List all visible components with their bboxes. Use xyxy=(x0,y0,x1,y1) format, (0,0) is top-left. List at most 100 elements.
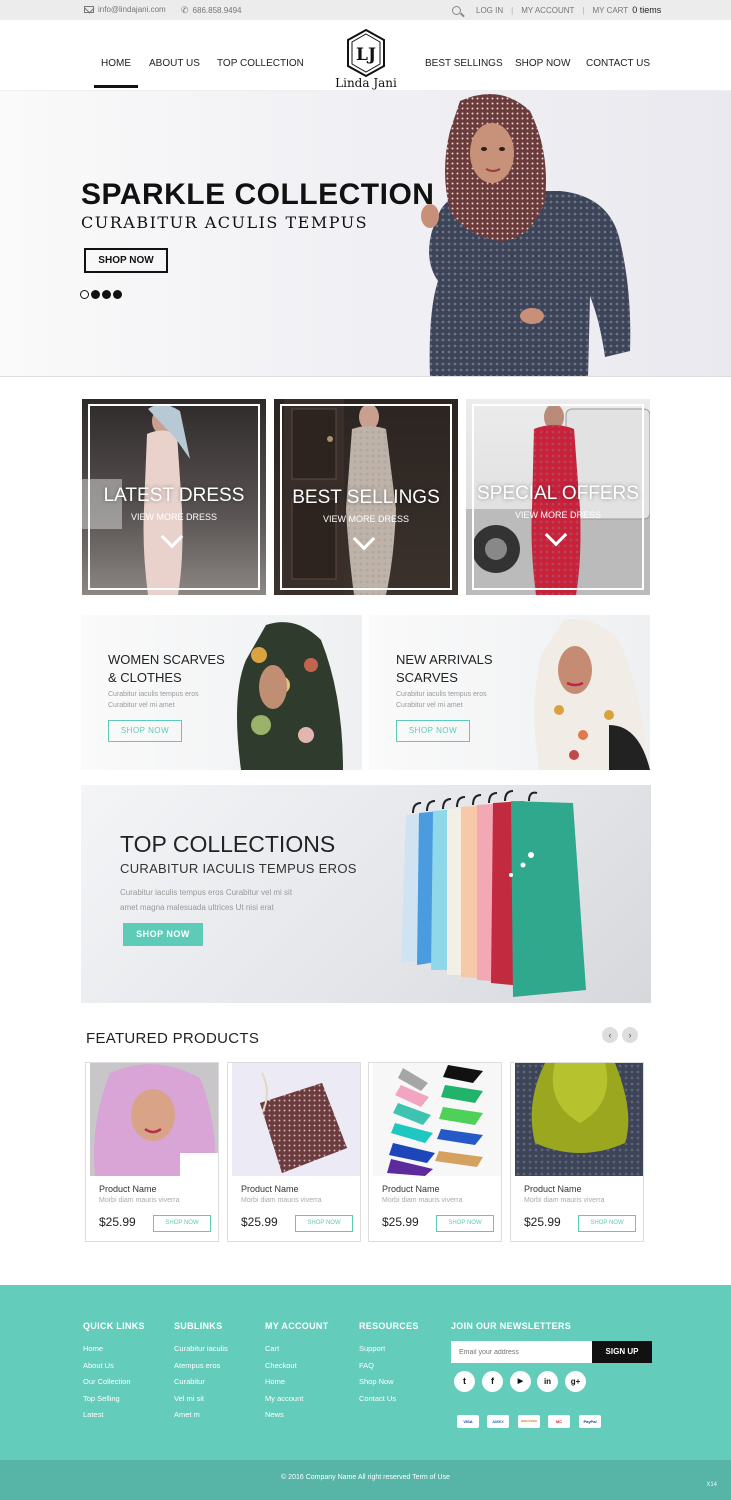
desc-line: amet magna malesuada ultrices Ut nisi er… xyxy=(120,903,274,912)
hero-shop-button[interactable]: SHOP NOW xyxy=(84,248,168,273)
footer-link[interactable]: Checkout xyxy=(265,1358,329,1375)
footer-link[interactable]: Top Selling xyxy=(83,1391,145,1408)
promo-title-line: & CLOTHES xyxy=(108,670,182,685)
search-icon[interactable] xyxy=(452,5,461,15)
footer-link[interactable]: My account xyxy=(265,1391,329,1408)
product-name[interactable]: Product Name xyxy=(382,1184,440,1194)
newsletter-heading: JOIN OUR NEWSLETTERS xyxy=(451,1321,572,1331)
promo-title-line: SCARVES xyxy=(396,670,458,685)
top-collections-shop-button[interactable]: SHOP NOW xyxy=(123,923,203,946)
footer-heading: MY ACCOUNT xyxy=(265,1321,329,1331)
footer-link[interactable]: Cart xyxy=(265,1341,329,1358)
phone-icon: ✆ xyxy=(181,5,189,15)
footer-link[interactable]: About Us xyxy=(83,1358,145,1375)
tile-title: SPECIAL OFFERS xyxy=(477,483,639,504)
cart-count[interactable]: 0 tiems xyxy=(632,5,661,15)
logo-monogram: LJ xyxy=(356,45,376,65)
nav-about[interactable]: ABOUT US xyxy=(149,58,200,69)
contact-phone: ✆ 686.858.9494 xyxy=(181,5,241,16)
footer-link[interactable]: Support xyxy=(359,1341,419,1358)
footer-link[interactable]: Home xyxy=(265,1374,329,1391)
logo-icon[interactable]: LJ xyxy=(345,28,387,78)
promo-desc-line: Curabitur iaculis tempus eros xyxy=(108,691,199,698)
youtube-icon[interactable]: ▶ xyxy=(510,1371,531,1392)
footer-link[interactable]: Atempus eros xyxy=(174,1358,228,1375)
product-name[interactable]: Product Name xyxy=(524,1184,582,1194)
main-header: HOME ABOUT US TOP COLLECTION BEST SELLIN… xyxy=(0,20,731,94)
footer-link[interactable]: Home xyxy=(83,1341,145,1358)
footer-link[interactable]: Shop Now xyxy=(359,1374,419,1391)
site-footer: QUICK LINKS Home About Us Our Collection… xyxy=(0,1285,731,1460)
tile-latest-dress[interactable]: LATEST DRESS VIEW MORE DRESS xyxy=(82,399,266,595)
account-link[interactable]: MY ACCOUNT xyxy=(521,6,574,15)
promo-new-arrivals: NEW ARRIVALS SCARVES Curabitur iaculis t… xyxy=(369,615,650,770)
product-card[interactable]: Product Name Morbi diam mauris viverra $… xyxy=(227,1062,361,1242)
product-shop-button[interactable]: SHOP NOW xyxy=(436,1215,494,1232)
newsletter-signup-button[interactable]: SIGN UP xyxy=(592,1341,652,1363)
tile-best-sellings[interactable]: BEST SELLINGS VIEW MORE DRESS xyxy=(274,399,458,595)
facebook-icon[interactable]: f xyxy=(482,1371,503,1392)
paypal-icon: PayPal xyxy=(579,1415,601,1428)
footer-link[interactable]: Contact Us xyxy=(359,1391,419,1408)
newsletter-email-input[interactable] xyxy=(451,1341,592,1363)
logo-name[interactable]: Linda Jani xyxy=(322,76,410,90)
nav-home[interactable]: HOME xyxy=(94,58,138,88)
promo-shop-button[interactable]: SHOP NOW xyxy=(396,720,470,742)
google-plus-icon[interactable]: g+ xyxy=(565,1371,586,1392)
footer-link[interactable]: Curabitur iaculis xyxy=(174,1341,228,1358)
carousel-prev-button[interactable]: ‹ xyxy=(602,1027,618,1043)
product-card[interactable]: Product Name Morbi diam mauris viverra $… xyxy=(510,1062,644,1242)
footer-link[interactable]: FAQ xyxy=(359,1358,419,1375)
footer-heading: SUBLINKS xyxy=(174,1321,223,1331)
top-collections-description: Curabitur iaculis tempus eros Curabitur … xyxy=(120,885,330,915)
divider: | xyxy=(582,5,585,15)
product-image xyxy=(515,1063,643,1176)
footer-heading: RESOURCES xyxy=(359,1321,419,1331)
top-collections-subtitle: CURABITUR IACULIS TEMPUS EROS xyxy=(120,861,357,876)
product-name[interactable]: Product Name xyxy=(99,1184,157,1194)
amex-icon: AMEX xyxy=(487,1415,509,1428)
tile-subtitle: VIEW MORE DRESS xyxy=(322,514,409,524)
login-link[interactable]: LOG IN xyxy=(476,6,503,15)
slider-dot[interactable] xyxy=(102,290,111,299)
product-card[interactable]: Product Name Morbi diam mauris viverra $… xyxy=(85,1062,219,1242)
footer-column-sublinks: SUBLINKS Curabitur iaculis Atempus eros … xyxy=(174,1321,228,1424)
tile-subtitle: VIEW MORE DRESS xyxy=(130,512,217,522)
product-shop-button[interactable]: SHOP NOW xyxy=(153,1215,211,1232)
copyright-text: © 2016 Company Name All right reserved T… xyxy=(281,1474,450,1481)
mastercard-icon: MC xyxy=(548,1415,570,1428)
cart-link[interactable]: MY CART xyxy=(592,6,628,15)
product-image xyxy=(90,1063,218,1176)
product-description: Morbi diam mauris viverra xyxy=(382,1197,463,1204)
slider-dot[interactable] xyxy=(91,290,100,299)
tile-title: LATEST DRESS xyxy=(103,485,245,506)
mail-icon xyxy=(84,6,94,13)
linkedin-icon[interactable]: in xyxy=(537,1371,558,1392)
footer-link[interactable]: News xyxy=(265,1407,329,1424)
nav-shop-now[interactable]: SHOP NOW xyxy=(515,58,570,69)
footer-link[interactable]: Amet m xyxy=(174,1407,228,1424)
nav-contact[interactable]: CONTACT US xyxy=(586,58,650,69)
tile-special-offers[interactable]: SPECIAL OFFERS VIEW MORE DRESS xyxy=(466,399,650,595)
footer-link[interactable]: Our Collection xyxy=(83,1374,145,1391)
promo-desc-line: Curabitur vel mi amet xyxy=(108,702,175,709)
nav-top-collection[interactable]: TOP COLLECTION xyxy=(217,58,304,69)
nav-best-sellings[interactable]: BEST SELLINGS xyxy=(425,58,503,69)
footer-link[interactable]: Vel mi sit xyxy=(174,1391,228,1408)
promo-title: NEW ARRIVALS SCARVES xyxy=(396,651,493,687)
hero-title: SPARKLE COLLECTION xyxy=(81,178,435,211)
product-description: Morbi diam mauris viverra xyxy=(99,1197,180,1204)
product-shop-button[interactable]: SHOP NOW xyxy=(295,1215,353,1232)
footer-link[interactable]: Curabitur xyxy=(174,1374,228,1391)
carousel-next-button[interactable]: › xyxy=(622,1027,638,1043)
slider-dot[interactable] xyxy=(113,290,122,299)
promo-shop-button[interactable]: SHOP NOW xyxy=(108,720,182,742)
footer-link[interactable]: Latest xyxy=(83,1407,145,1424)
contact-email[interactable]: info@lindajani.com xyxy=(84,5,166,14)
product-shop-button[interactable]: SHOP NOW xyxy=(578,1215,636,1232)
slider-dot[interactable] xyxy=(80,290,89,299)
product-card[interactable]: Product Name Morbi diam mauris viverra $… xyxy=(368,1062,502,1242)
visa-icon: VISA xyxy=(457,1415,479,1428)
product-name[interactable]: Product Name xyxy=(241,1184,299,1194)
twitter-icon[interactable]: t xyxy=(454,1371,475,1392)
